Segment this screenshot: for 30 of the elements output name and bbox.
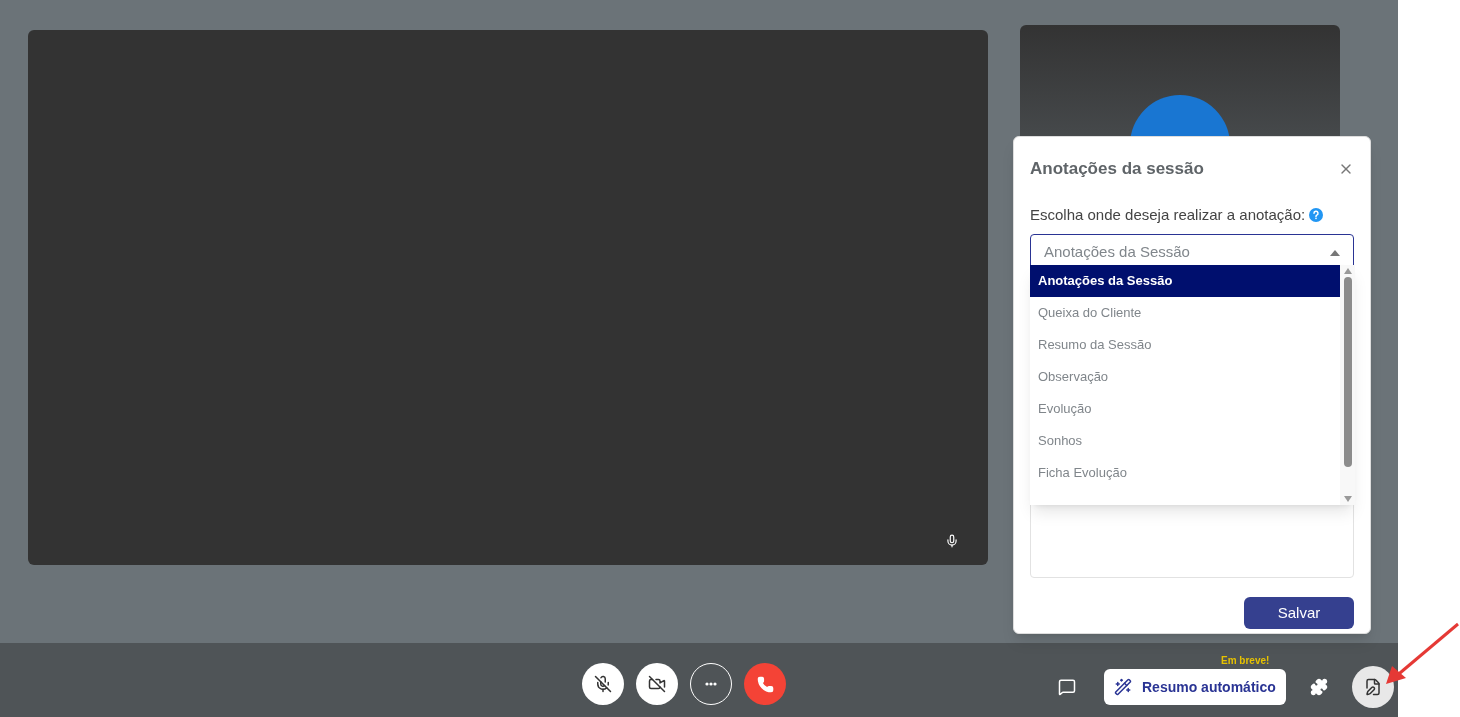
note-edit-icon <box>1363 678 1382 696</box>
mic-off-icon <box>594 675 612 693</box>
summary-button[interactable]: Resumo automático <box>1104 669 1286 705</box>
dropdown-option[interactable]: Evolução <box>1030 393 1340 425</box>
help-icon[interactable] <box>1309 207 1324 222</box>
camera-off-icon <box>648 675 666 693</box>
puzzle-icon[interactable] <box>1309 678 1328 696</box>
dropdown-option[interactable]: Anotações da Sessão <box>1030 265 1340 297</box>
dropdown-option[interactable]: Ficha Evolução <box>1030 457 1340 489</box>
dropdown-option[interactable]: Queixa do Cliente <box>1030 297 1340 329</box>
dropdown-option[interactable]: Observação <box>1030 361 1340 393</box>
hang-up-button[interactable] <box>744 663 786 705</box>
scrollbar[interactable] <box>1340 265 1355 505</box>
dropdown-option[interactable]: Sonhos <box>1030 425 1340 457</box>
coming-soon-label: Em breve! <box>1221 654 1270 668</box>
dropdown-option[interactable]: Resumo da Sessão <box>1030 329 1340 361</box>
notes-button[interactable] <box>1351 666 1394 708</box>
field-label: Escolha onde deseja realizar a anotação: <box>1030 204 1306 225</box>
scroll-down-icon[interactable] <box>1343 496 1352 502</box>
scroll-up-icon[interactable] <box>1343 268 1352 274</box>
more-icon <box>705 682 717 686</box>
mic-icon <box>945 534 959 548</box>
caret-icon <box>1330 249 1340 256</box>
save-button[interactable]: Salvar <box>1244 597 1354 629</box>
chat-icon[interactable] <box>1058 678 1076 696</box>
phone-icon <box>756 675 774 693</box>
camera-button[interactable] <box>636 663 678 705</box>
magic-wand-icon <box>1114 678 1132 696</box>
mute-button[interactable] <box>582 663 624 705</box>
dialog-title: Anotações da sessão <box>1030 158 1204 180</box>
